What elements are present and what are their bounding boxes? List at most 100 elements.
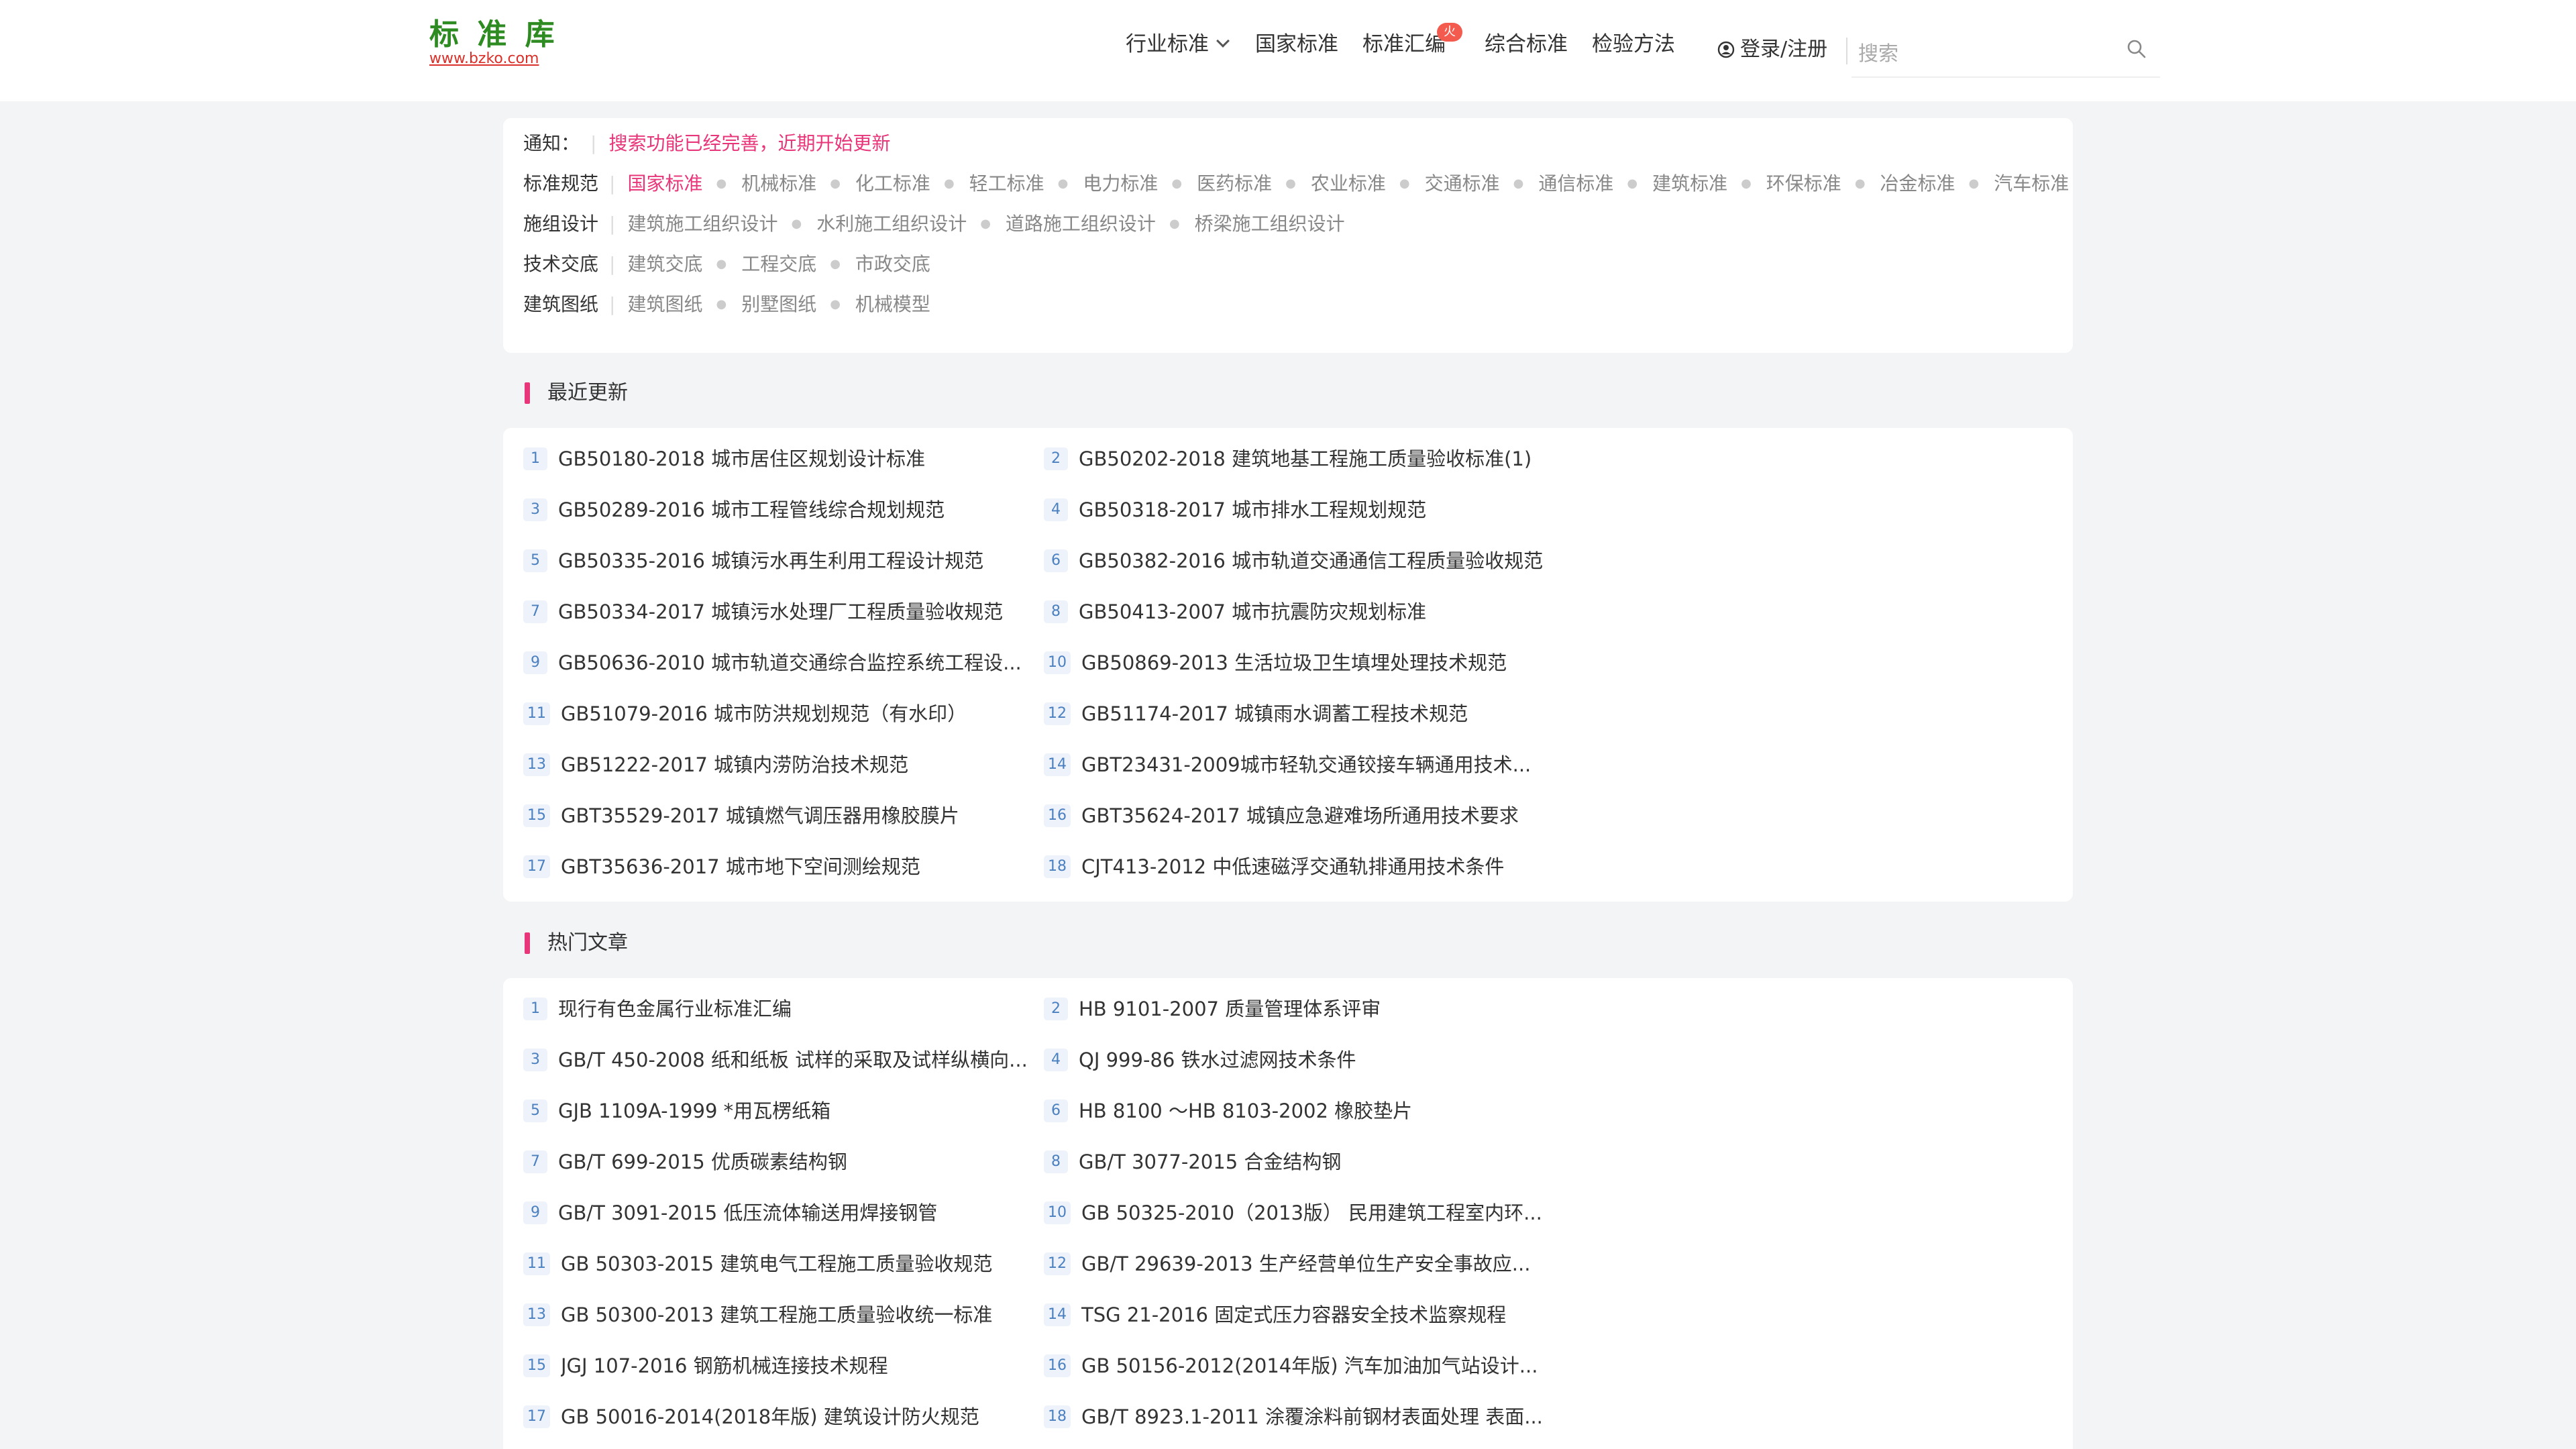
article-item[interactable]: 3 GB/T 450-2008 纸和纸板 试样的采取及试样纵横向... (523, 1046, 1028, 1073)
article-title[interactable]: HB 9101-2007 质量管理体系评审 (1079, 996, 1381, 1022)
article-item[interactable]: 9 GB50636-2010 城市轨道交通综合监控系统工程设... (523, 649, 1022, 676)
article-title[interactable]: GB 50016-2014(2018年版) 建筑设计防火规范 (561, 1403, 979, 1430)
cat-link[interactable]: 冶金标准 (1880, 170, 1955, 197)
article-title[interactable]: GB50869-2013 生活垃圾卫生填埋处理技术规范 (1081, 649, 1507, 676)
cat-link[interactable]: 别墅图纸 (741, 291, 816, 318)
site-logo[interactable]: 标 准 库 www.bzko.com (429, 19, 555, 67)
cat-link[interactable]: 工程交底 (741, 251, 816, 278)
article-item[interactable]: 2 GB50202-2018 建筑地基工程施工质量验收标准(1) (1044, 445, 1532, 472)
article-item[interactable]: 6 GB50382-2016 城市轨道交通通信工程质量验收规范 (1044, 547, 1543, 574)
cat-link[interactable]: 医药标准 (1197, 170, 1272, 197)
cat-link[interactable]: 环保标准 (1766, 170, 1841, 197)
article-title[interactable]: QJ 999-86 铁水过滤网技术条件 (1079, 1046, 1356, 1073)
article-item[interactable]: 15 JGJ 107-2016 钢筋机械连接技术规程 (523, 1352, 888, 1379)
article-item[interactable]: 17 GB 50016-2014(2018年版) 建筑设计防火规范 (523, 1403, 979, 1430)
article-item[interactable]: 10 GB50869-2013 生活垃圾卫生填埋处理技术规范 (1044, 649, 1507, 676)
article-title[interactable]: GB50289-2016 城市工程管线综合规划规范 (558, 496, 945, 523)
cat-link[interactable]: 农业标准 (1311, 170, 1386, 197)
article-title[interactable]: GB51222-2017 城镇内涝防治技术规范 (561, 751, 908, 778)
article-title[interactable]: GB50413-2007 城市抗震防灾规划标准 (1079, 598, 1426, 625)
article-title[interactable]: GBT35636-2017 城市地下空间测绘规范 (561, 853, 920, 880)
article-item[interactable]: 18 GB/T 8923.1-2011 涂覆涂料前钢材表面处理 表面... (1044, 1403, 1543, 1430)
cat-link[interactable]: 建筑标准 (1652, 170, 1727, 197)
logo-url[interactable]: www.bzko.com (429, 51, 550, 67)
nav-inspection-methods[interactable]: 检验方法 (1592, 30, 1675, 59)
article-title[interactable]: GB 50303-2015 建筑电气工程施工质量验收规范 (561, 1250, 992, 1277)
article-title[interactable]: HB 8100 ～HB 8103-2002 橡胶垫片 (1079, 1097, 1412, 1124)
article-title[interactable]: GB 50300-2013 建筑工程施工质量验收统一标准 (561, 1301, 992, 1328)
search-input[interactable] (1851, 31, 2160, 78)
article-item[interactable]: 4 GB50318-2017 城市排水工程规划规范 (1044, 496, 1426, 523)
article-title[interactable]: GB50180-2018 城市居住区规划设计标准 (558, 445, 925, 472)
article-title[interactable]: TSG 21-2016 固定式压力容器安全技术监察规程 (1081, 1301, 1506, 1328)
nav-comprehensive-standards[interactable]: 综合标准 (1485, 30, 1568, 59)
article-title[interactable]: GB50382-2016 城市轨道交通通信工程质量验收规范 (1079, 547, 1543, 574)
article-item[interactable]: 4 QJ 999-86 铁水过滤网技术条件 (1044, 1046, 1356, 1073)
article-title[interactable]: GB50335-2016 城镇污水再生利用工程设计规范 (558, 547, 983, 574)
article-title[interactable]: GB/T 8923.1-2011 涂覆涂料前钢材表面处理 表面... (1081, 1403, 1543, 1430)
article-title[interactable]: GB/T 450-2008 纸和纸板 试样的采取及试样纵横向... (558, 1046, 1028, 1073)
article-title[interactable]: GB/T 3077-2015 合金结构钢 (1079, 1148, 1341, 1175)
cat-link[interactable]: 国家标准 (627, 170, 702, 197)
article-title[interactable]: GBT35624-2017 城镇应急避难场所通用技术要求 (1081, 802, 1519, 829)
login-register-link[interactable]: 登录/注册 (1717, 35, 1827, 64)
article-title[interactable]: GB51174-2017 城镇雨水调蓄工程技术规范 (1081, 700, 1468, 727)
article-item[interactable]: 8 GB50413-2007 城市抗震防灾规划标准 (1044, 598, 1426, 625)
article-title[interactable]: GBT23431-2009城市轻轨交通铰接车辆通用技术... (1081, 751, 1531, 778)
cat-link[interactable]: 建筑交底 (627, 251, 702, 278)
article-item[interactable]: 15 GBT35529-2017 城镇燃气调压器用橡胶膜片 (523, 802, 959, 829)
article-item[interactable]: 9 GB/T 3091-2015 低压流体输送用焊接钢管 (523, 1199, 937, 1226)
article-item[interactable]: 14 GBT23431-2009城市轻轨交通铰接车辆通用技术... (1044, 751, 1531, 778)
article-title[interactable]: GB/T 29639-2013 生产经营单位生产安全事故应... (1081, 1250, 1530, 1277)
cat-link[interactable]: 机械模型 (855, 291, 930, 318)
article-title[interactable]: GB50318-2017 城市排水工程规划规范 (1079, 496, 1426, 523)
cat-link[interactable]: 通信标准 (1538, 170, 1613, 197)
article-item[interactable]: 17 GBT35636-2017 城市地下空间测绘规范 (523, 853, 920, 880)
nav-industry-standards[interactable]: 行业标准 (1126, 30, 1230, 59)
article-title[interactable]: GB50636-2010 城市轨道交通综合监控系统工程设... (558, 649, 1022, 676)
article-title[interactable]: GBT35529-2017 城镇燃气调压器用橡胶膜片 (561, 802, 959, 829)
cat-link[interactable]: 道路施工组织设计 (1006, 211, 1156, 237)
article-item[interactable]: 11 GB 50303-2015 建筑电气工程施工质量验收规范 (523, 1250, 992, 1277)
cat-link[interactable]: 桥梁施工组织设计 (1195, 211, 1345, 237)
cat-link[interactable]: 化工标准 (855, 170, 930, 197)
cat-link[interactable]: 轻工标准 (969, 170, 1044, 197)
article-title[interactable]: GB51079-2016 城市防洪规划规范（有水印） (561, 700, 967, 727)
article-item[interactable]: 12 GB/T 29639-2013 生产经营单位生产安全事故应... (1044, 1250, 1530, 1277)
nav-standard-compilation[interactable]: 标准汇编 (1362, 30, 1446, 59)
article-item[interactable]: 12 GB51174-2017 城镇雨水调蓄工程技术规范 (1044, 700, 1468, 727)
article-item[interactable]: 13 GB 50300-2013 建筑工程施工质量验收统一标准 (523, 1301, 992, 1328)
article-title[interactable]: GJB 1109A-1999 *用瓦楞纸箱 (558, 1097, 830, 1124)
article-title[interactable]: 现行有色金属行业标准汇编 (558, 996, 792, 1022)
article-item[interactable]: 14 TSG 21-2016 固定式压力容器安全技术监察规程 (1044, 1301, 1506, 1328)
article-item[interactable]: 18 CJT413-2012 中低速磁浮交通轨排通用技术条件 (1044, 853, 1504, 880)
article-item[interactable]: 13 GB51222-2017 城镇内涝防治技术规范 (523, 751, 908, 778)
article-title[interactable]: GB 50156-2012(2014年版) 汽车加油加气站设计... (1081, 1352, 1538, 1379)
article-item[interactable]: 16 GB 50156-2012(2014年版) 汽车加油加气站设计... (1044, 1352, 1538, 1379)
cat-link[interactable]: 电力标准 (1083, 170, 1158, 197)
article-title[interactable]: CJT413-2012 中低速磁浮交通轨排通用技术条件 (1081, 853, 1504, 880)
search-icon[interactable] (2125, 38, 2148, 60)
notice-text[interactable]: 搜索功能已经完善，近期开始更新 (608, 130, 890, 157)
article-item[interactable]: 2 HB 9101-2007 质量管理体系评审 (1044, 996, 1381, 1022)
article-item[interactable]: 8 GB/T 3077-2015 合金结构钢 (1044, 1148, 1341, 1175)
cat-link[interactable]: 汽车标准 (1994, 170, 2069, 197)
cat-link[interactable]: 水利施工组织设计 (816, 211, 967, 237)
article-item[interactable]: 5 GB50335-2016 城镇污水再生利用工程设计规范 (523, 547, 983, 574)
cat-link[interactable]: 交通标准 (1425, 170, 1500, 197)
article-item[interactable]: 16 GBT35624-2017 城镇应急避难场所通用技术要求 (1044, 802, 1519, 829)
cat-link[interactable]: 建筑图纸 (627, 291, 702, 318)
article-item[interactable]: 11 GB51079-2016 城市防洪规划规范（有水印） (523, 700, 967, 727)
article-title[interactable]: GB50334-2017 城镇污水处理厂工程质量验收规范 (558, 598, 1003, 625)
article-title[interactable]: GB 50325-2010（2013版） 民用建筑工程室内环... (1081, 1199, 1542, 1226)
article-title[interactable]: GB50202-2018 建筑地基工程施工质量验收标准(1) (1079, 445, 1532, 472)
nav-national-standards[interactable]: 国家标准 (1255, 30, 1338, 59)
article-item[interactable]: 6 HB 8100 ～HB 8103-2002 橡胶垫片 (1044, 1097, 1412, 1124)
article-item[interactable]: 5 GJB 1109A-1999 *用瓦楞纸箱 (523, 1097, 830, 1124)
article-title[interactable]: GB/T 699-2015 优质碳素结构钢 (558, 1148, 847, 1175)
article-item[interactable]: 1 现行有色金属行业标准汇编 (523, 996, 792, 1022)
article-item[interactable]: 1 GB50180-2018 城市居住区规划设计标准 (523, 445, 925, 472)
article-title[interactable]: JGJ 107-2016 钢筋机械连接技术规程 (561, 1352, 888, 1379)
article-item[interactable]: 7 GB50334-2017 城镇污水处理厂工程质量验收规范 (523, 598, 1003, 625)
article-item[interactable]: 3 GB50289-2016 城市工程管线综合规划规范 (523, 496, 945, 523)
